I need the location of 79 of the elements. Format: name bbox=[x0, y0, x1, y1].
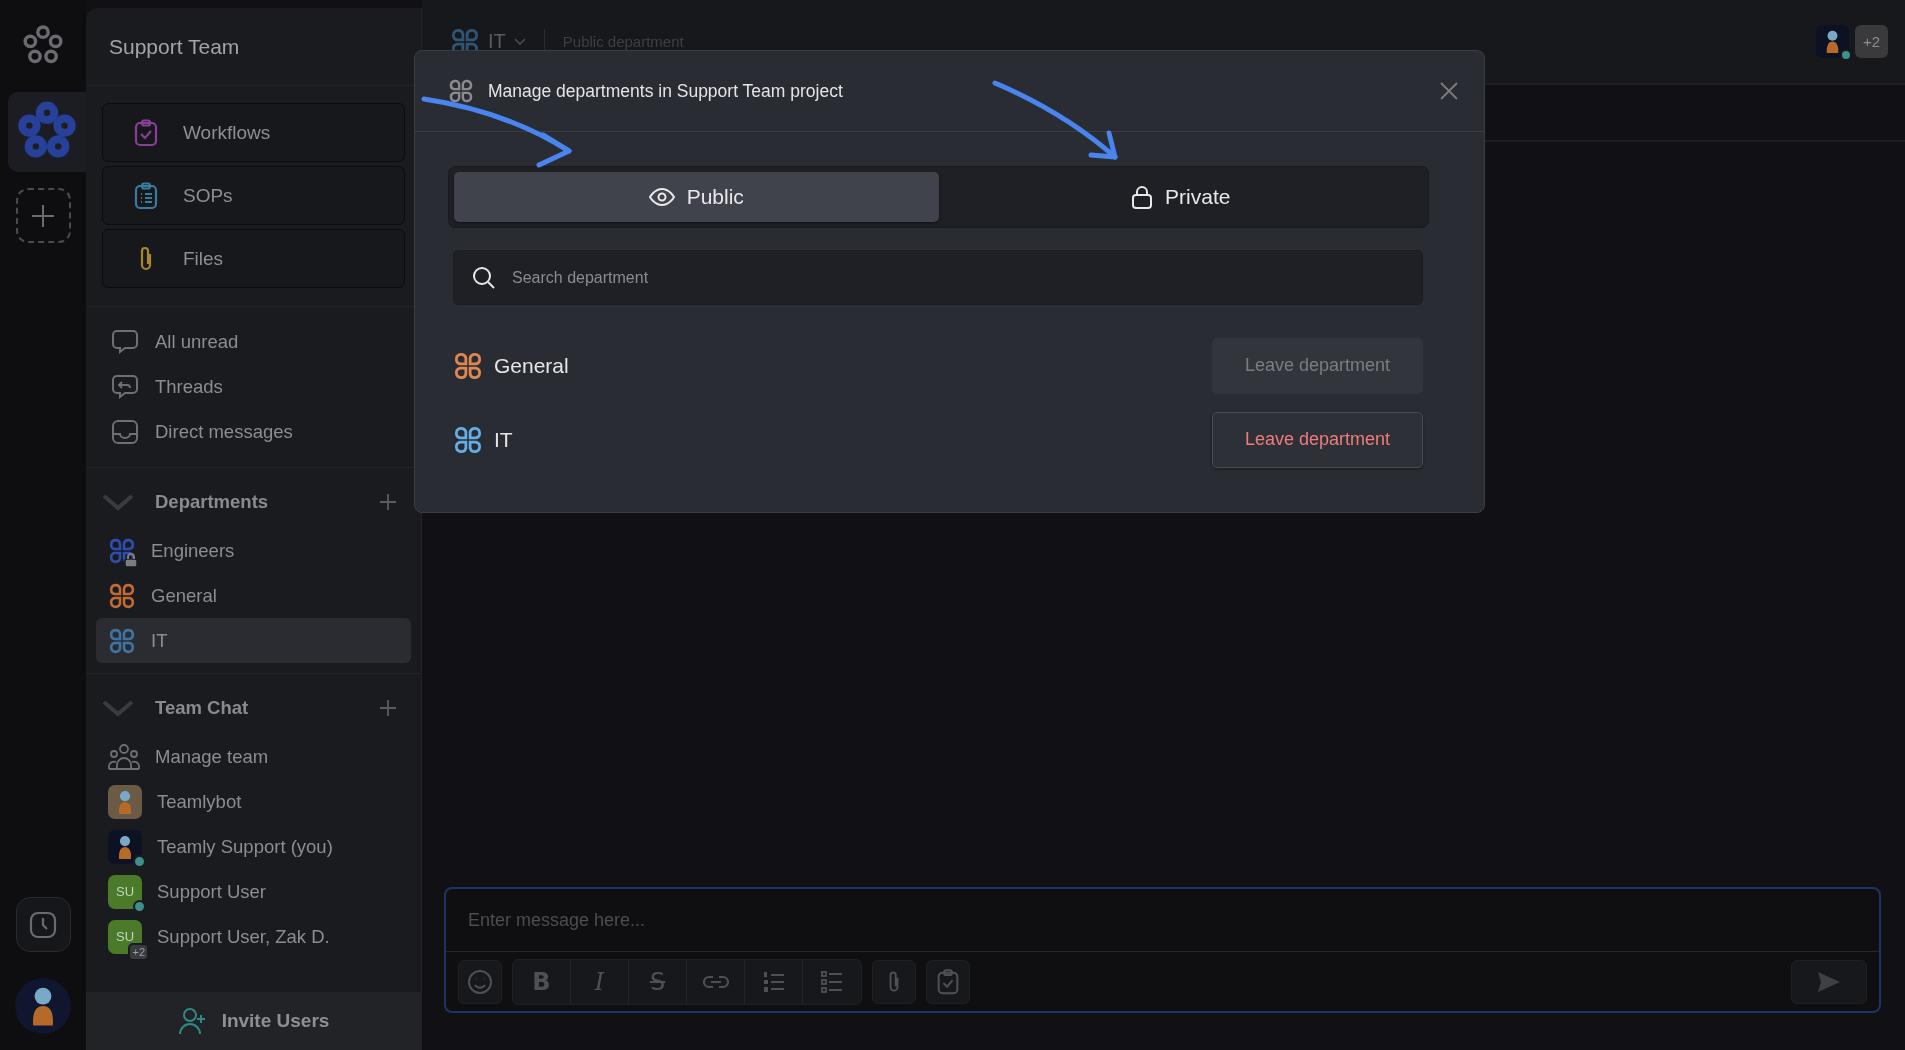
nav-item[interactable]: Direct messages bbox=[111, 414, 293, 449]
department-name: Engineers bbox=[151, 539, 235, 562]
chat-item[interactable]: SU Support User bbox=[96, 869, 411, 914]
chat-item[interactable]: SU +2 Support User, Zak D. bbox=[96, 914, 411, 959]
online-dot bbox=[1840, 49, 1852, 61]
member-avatar bbox=[1816, 25, 1849, 58]
section-title: Team Chat bbox=[155, 697, 250, 719]
dialog-title: Manage departments in Support Team project bbox=[488, 80, 844, 102]
chat-name: Manage team bbox=[155, 745, 269, 768]
eye-icon bbox=[648, 188, 675, 206]
nav-card[interactable]: Files bbox=[102, 229, 405, 288]
member-count-badge: +2 bbox=[128, 942, 149, 961]
numbered-list-icon bbox=[761, 969, 786, 994]
close-button[interactable] bbox=[1440, 82, 1458, 100]
lock-icon bbox=[1131, 185, 1154, 209]
nav-card[interactable]: SOPs bbox=[102, 166, 405, 225]
nav-card-label: SOPs bbox=[183, 184, 233, 207]
clock-icon bbox=[28, 909, 58, 940]
plus-icon bbox=[30, 202, 56, 229]
chat-name: Support User bbox=[157, 880, 266, 903]
send-icon bbox=[1816, 969, 1842, 994]
inbox-icon bbox=[111, 417, 139, 446]
plus-icon[interactable] bbox=[379, 699, 397, 717]
chat-name: Teamly Support (you) bbox=[157, 835, 333, 858]
team-icon bbox=[108, 741, 140, 772]
department-icon bbox=[453, 424, 483, 455]
department-item[interactable]: IT bbox=[96, 618, 411, 663]
nav-item-label: Direct messages bbox=[155, 420, 293, 443]
leave-department-button[interactable]: Leave department bbox=[1212, 411, 1423, 468]
search-input[interactable]: Search department bbox=[510, 267, 1404, 288]
initials-avatar: SU bbox=[108, 874, 142, 909]
department-item[interactable]: Engineers bbox=[96, 528, 411, 573]
department-icon bbox=[448, 78, 474, 104]
chat-bubble-icon bbox=[111, 327, 139, 356]
user-avatar bbox=[108, 829, 142, 864]
visibility-tab[interactable]: Public bbox=[454, 172, 939, 222]
department-name: General bbox=[494, 353, 570, 378]
member-count-badge[interactable]: +2 bbox=[1855, 25, 1888, 58]
add-user-icon bbox=[177, 1006, 208, 1036]
message-input[interactable]: Enter message here... bbox=[446, 889, 1879, 952]
chat-item[interactable]: Manage team bbox=[96, 734, 411, 779]
user-avatar bbox=[15, 978, 71, 1034]
channel-name: IT bbox=[488, 30, 506, 53]
plus-icon[interactable] bbox=[379, 493, 397, 511]
close-icon bbox=[1440, 82, 1458, 100]
smiley-icon bbox=[466, 967, 494, 996]
reply-bubble-icon bbox=[111, 372, 139, 401]
emoji-button[interactable] bbox=[458, 959, 502, 1004]
search-icon bbox=[472, 265, 496, 290]
nav-item[interactable]: All unread bbox=[111, 324, 239, 359]
add-workspace-button[interactable] bbox=[15, 188, 71, 243]
department-icon bbox=[453, 350, 483, 381]
attach-button[interactable] bbox=[872, 959, 916, 1004]
chat-item[interactable]: Teamly Support (you) bbox=[96, 824, 411, 869]
invite-users-button[interactable]: Invite Users bbox=[86, 992, 421, 1050]
nav-card[interactable]: Workflows bbox=[102, 103, 405, 162]
chevron-icon[interactable] bbox=[513, 37, 526, 46]
department-name: IT bbox=[151, 629, 168, 652]
section-title: Departments bbox=[155, 491, 270, 513]
link-icon bbox=[701, 973, 730, 990]
send-button[interactable] bbox=[1791, 959, 1867, 1004]
department-name: IT bbox=[494, 427, 514, 452]
bot-avatar bbox=[108, 784, 142, 819]
department-name: General bbox=[151, 584, 217, 607]
nav-card-label: Files bbox=[183, 247, 224, 270]
nav-item[interactable]: Threads bbox=[111, 369, 223, 404]
workspace-tile[interactable] bbox=[8, 92, 86, 172]
visibility-tab[interactable]: Private bbox=[938, 172, 1423, 222]
chat-name: Teamlybot bbox=[157, 790, 242, 813]
nav-item-label: All unread bbox=[155, 330, 239, 353]
department-item[interactable]: General bbox=[96, 573, 411, 618]
bullet-list-icon bbox=[820, 969, 844, 994]
chat-item[interactable]: Teamlybot bbox=[96, 779, 411, 824]
chat-name: Support User, Zak D. bbox=[157, 925, 330, 948]
nav-item-label: Threads bbox=[155, 375, 223, 398]
search-field[interactable]: Search department bbox=[453, 250, 1423, 305]
nav-card-label: Workflows bbox=[183, 121, 271, 144]
task-button[interactable] bbox=[926, 959, 970, 1004]
clock-button[interactable] bbox=[15, 897, 71, 952]
